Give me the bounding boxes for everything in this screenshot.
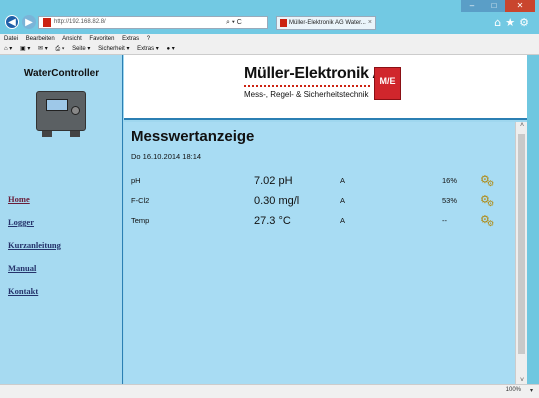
settings-gear-icon[interactable]: ⚙ ⚙ <box>480 213 496 228</box>
toolbar-icons: ⌂★⚙ <box>494 16 533 29</box>
nav-kontakt[interactable]: Kontakt <box>8 286 61 296</box>
cmd-print[interactable]: ⎙ ▾ <box>55 46 64 52</box>
gear-icon[interactable]: ⚙ <box>519 16 533 29</box>
timestamp: Do 16.10.2014 18:14 <box>131 152 202 161</box>
tab-favicon <box>280 19 287 27</box>
menu-file[interactable]: Datei <box>4 36 18 42</box>
title-bar: ◀ ▶ http://192.168.82.8/ ⌕ ▾ C Müller-El… <box>0 0 539 34</box>
cmd-home[interactable]: ⌂ ▾ <box>4 46 12 52</box>
company-header: Müller-Elektronik AG Mess-, Regel- & Sic… <box>124 55 527 120</box>
address-text: http://192.168.82.8/ <box>54 19 106 25</box>
device-screen <box>46 99 68 111</box>
maximize-button[interactable]: □ <box>483 0 505 12</box>
measurement-value: 7.02 pH <box>254 175 293 187</box>
cmd-tools[interactable]: Extras ▾ <box>137 46 159 52</box>
tab-title: Müller-Elektronik AG Water... <box>289 20 366 26</box>
forward-arrow-icon[interactable]: ▶ <box>22 15 36 29</box>
device-body <box>36 91 86 131</box>
measurement-percent: 16% <box>442 176 458 185</box>
menu-bar: Datei Bearbeiten Ansicht Favoriten Extra… <box>0 34 539 44</box>
menu-view[interactable]: Ansicht <box>62 36 82 42</box>
vertical-scrollbar[interactable]: ˄ ˅ <box>515 122 527 384</box>
logo-dotted-rule <box>244 85 370 87</box>
close-button[interactable]: ✕ <box>505 0 535 12</box>
settings-gear-icon[interactable]: ⚙ ⚙ <box>480 173 496 188</box>
measurement-value: 0.30 mg/l <box>254 195 300 207</box>
zoom-dropdown-icon[interactable]: ▾ <box>530 387 533 394</box>
command-bar: ⌂ ▾ ▣ ▾ ✉ ▾ ⎙ ▾ Seite ▾ Sicherheit ▾ Ext… <box>0 44 539 55</box>
nav-home[interactable]: Home <box>8 194 61 204</box>
cmd-mail[interactable]: ✉ ▾ <box>38 46 48 52</box>
minimize-button[interactable]: – <box>461 0 483 12</box>
measurement-name: pH <box>131 176 141 185</box>
measurement-name: F-Cl2 <box>131 196 150 205</box>
zoom-level[interactable]: 100% <box>506 387 521 393</box>
scroll-down-icon[interactable]: ˅ <box>516 377 528 384</box>
measurement-panel: Messwertanzeige Do 16.10.2014 18:14 pH 7… <box>124 122 515 384</box>
back-arrow-icon[interactable]: ◀ <box>5 15 19 29</box>
address-controls[interactable]: ⌕ ▾ C <box>226 16 242 29</box>
company-name: Müller-Elektronik AG <box>244 65 396 82</box>
measurement-mode: A <box>340 196 346 205</box>
company-logo-mark: M/E <box>374 67 401 100</box>
measurement-row: pH 7.02 pH A 16% ⚙ ⚙ <box>124 173 514 188</box>
cmd-page[interactable]: Seite ▾ <box>72 46 90 52</box>
sidebar-nav: Home Logger Kurzanleitung Manual Kontakt <box>8 194 61 309</box>
device-knob <box>71 106 80 115</box>
scroll-up-icon[interactable]: ˄ <box>516 122 528 129</box>
menu-edit[interactable]: Bearbeiten <box>26 36 55 42</box>
home-icon[interactable]: ⌂ <box>494 16 505 29</box>
scroll-thumb[interactable] <box>518 134 525 354</box>
measurement-percent: 53% <box>442 196 458 205</box>
cmd-security[interactable]: Sicherheit ▾ <box>98 46 129 52</box>
menu-tools[interactable]: Extras <box>122 36 139 42</box>
company-tagline: Mess-, Regel- & Sicherheitstechnik <box>244 90 369 99</box>
menu-help[interactable]: ? <box>147 36 150 42</box>
web-page: WaterController Home Logger Kurzanleitun… <box>0 55 527 394</box>
measurement-name: Temp <box>131 216 150 225</box>
browser-window: ◀ ▶ http://192.168.82.8/ ⌕ ▾ C Müller-El… <box>0 0 539 398</box>
nav-manual[interactable]: Manual <box>8 263 61 273</box>
device-image <box>36 87 86 137</box>
measurement-percent: -- <box>442 216 447 225</box>
menu-favorites[interactable]: Favoriten <box>89 36 114 42</box>
cmd-feeds[interactable]: ▣ ▾ <box>20 46 30 52</box>
device-foot <box>42 131 52 137</box>
window-controls: – □ ✕ <box>461 0 535 12</box>
measurement-value: 27.3 °C <box>254 215 291 227</box>
measurement-row: Temp 27.3 °C A -- ⚙ ⚙ <box>124 213 514 228</box>
sidebar: WaterController Home Logger Kurzanleitun… <box>0 55 123 384</box>
browser-tab[interactable]: Müller-Elektronik AG Water... × <box>276 16 376 30</box>
measurement-row: F-Cl2 0.30 mg/l A 53% ⚙ ⚙ <box>124 193 514 208</box>
site-favicon <box>43 18 51 27</box>
page-title: Messwertanzeige <box>131 128 255 145</box>
star-icon[interactable]: ★ <box>505 16 519 29</box>
brand-title: WaterController <box>23 68 100 79</box>
measurement-mode: A <box>340 216 346 225</box>
logo-mark-text: M/E <box>379 76 396 86</box>
measurement-mode: A <box>340 176 346 185</box>
nav-kurzanleitung[interactable]: Kurzanleitung <box>8 240 61 250</box>
settings-gear-icon[interactable]: ⚙ ⚙ <box>480 193 496 208</box>
tab-close-icon[interactable]: × <box>368 17 372 29</box>
device-foot <box>70 131 80 137</box>
status-bar: 100% ▾ <box>0 384 539 398</box>
nav-logger[interactable]: Logger <box>8 217 61 227</box>
cmd-help[interactable]: ● ▾ <box>167 46 175 52</box>
